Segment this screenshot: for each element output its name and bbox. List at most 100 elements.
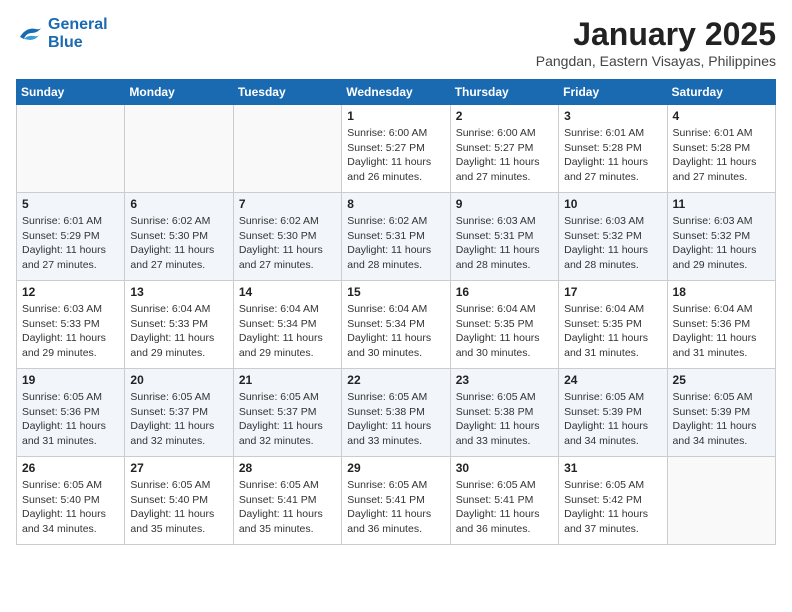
calendar-cell: 15 Sunrise: 6:04 AM Sunset: 5:34 PM Dayli… (342, 281, 450, 369)
calendar-cell: 20 Sunrise: 6:05 AM Sunset: 5:37 PM Dayli… (125, 369, 233, 457)
day-info: Sunrise: 6:04 AM Sunset: 5:34 PM Dayligh… (239, 302, 336, 361)
day-number: 20 (130, 373, 227, 387)
calendar-cell (667, 457, 775, 545)
day-number: 16 (456, 285, 553, 299)
day-info: Sunrise: 6:01 AM Sunset: 5:29 PM Dayligh… (22, 214, 119, 273)
calendar-cell: 18Sunrise: 6:04 AM Sunset: 5:36 PM Dayli… (667, 281, 775, 369)
week-row-3: 12 Sunrise: 6:03 AM Sunset: 5:33 PM Dayli… (17, 281, 776, 369)
day-number: 9 (456, 197, 553, 211)
calendar-cell: 4 Sunrise: 6:01 AM Sunset: 5:28 PM Daylig… (667, 105, 775, 193)
day-info: Sunrise: 6:05 AM Sunset: 5:40 PM Dayligh… (22, 478, 119, 537)
day-info: Sunrise: 6:04 AM Sunset: 5:35 PM Dayligh… (456, 302, 553, 361)
calendar-cell: 23 Sunrise: 6:05 AM Sunset: 5:38 PM Dayli… (450, 369, 558, 457)
calendar-cell: 9Sunrise: 6:03 AM Sunset: 5:31 PM Daylig… (450, 193, 558, 281)
calendar-cell: 30 Sunrise: 6:05 AM Sunset: 5:41 PM Dayli… (450, 457, 558, 545)
day-info: Sunrise: 6:05 AM Sunset: 5:37 PM Dayligh… (239, 390, 336, 449)
day-number: 13 (130, 285, 227, 299)
day-number: 3 (564, 109, 661, 123)
weekday-header-sunday: Sunday (17, 80, 125, 105)
calendar-cell: 8Sunrise: 6:02 AM Sunset: 5:31 PM Daylig… (342, 193, 450, 281)
weekday-header-tuesday: Tuesday (233, 80, 341, 105)
weekday-header-thursday: Thursday (450, 80, 558, 105)
day-info: Sunrise: 6:01 AM Sunset: 5:28 PM Dayligh… (673, 126, 770, 185)
calendar-cell: 5 Sunrise: 6:01 AM Sunset: 5:29 PM Daylig… (17, 193, 125, 281)
day-info: Sunrise: 6:04 AM Sunset: 5:34 PM Dayligh… (347, 302, 444, 361)
day-number: 17 (564, 285, 661, 299)
day-number: 8 (347, 197, 444, 211)
day-number: 30 (456, 461, 553, 475)
calendar-cell (125, 105, 233, 193)
day-number: 21 (239, 373, 336, 387)
calendar-title: January 2025 (536, 16, 776, 53)
logo-bird-icon (16, 23, 44, 45)
day-info: Sunrise: 6:05 AM Sunset: 5:40 PM Dayligh… (130, 478, 227, 537)
day-number: 5 (22, 197, 119, 211)
weekday-header-wednesday: Wednesday (342, 80, 450, 105)
calendar-cell: 12 Sunrise: 6:03 AM Sunset: 5:33 PM Dayli… (17, 281, 125, 369)
day-info: Sunrise: 6:03 AM Sunset: 5:32 PM Dayligh… (564, 214, 661, 273)
calendar-cell: 25Sunrise: 6:05 AM Sunset: 5:39 PM Dayli… (667, 369, 775, 457)
week-row-2: 5 Sunrise: 6:01 AM Sunset: 5:29 PM Daylig… (17, 193, 776, 281)
day-number: 1 (347, 109, 444, 123)
day-info: Sunrise: 6:05 AM Sunset: 5:37 PM Dayligh… (130, 390, 227, 449)
day-info: Sunrise: 6:02 AM Sunset: 5:30 PM Dayligh… (130, 214, 227, 273)
calendar-cell: 1 Sunrise: 6:00 AM Sunset: 5:27 PM Daylig… (342, 105, 450, 193)
day-number: 6 (130, 197, 227, 211)
week-row-4: 19 Sunrise: 6:05 AM Sunset: 5:36 PM Dayli… (17, 369, 776, 457)
day-number: 11 (673, 197, 770, 211)
day-info: Sunrise: 6:01 AM Sunset: 5:28 PM Dayligh… (564, 126, 661, 185)
calendar-cell: 24 Sunrise: 6:05 AM Sunset: 5:39 PM Dayli… (559, 369, 667, 457)
day-info: Sunrise: 6:03 AM Sunset: 5:33 PM Dayligh… (22, 302, 119, 361)
day-number: 15 (347, 285, 444, 299)
day-info: Sunrise: 6:05 AM Sunset: 5:41 PM Dayligh… (239, 478, 336, 537)
day-number: 31 (564, 461, 661, 475)
weekday-header-row: SundayMondayTuesdayWednesdayThursdayFrid… (17, 80, 776, 105)
day-info: Sunrise: 6:05 AM Sunset: 5:38 PM Dayligh… (347, 390, 444, 449)
day-info: Sunrise: 6:02 AM Sunset: 5:30 PM Dayligh… (239, 214, 336, 273)
day-info: Sunrise: 6:05 AM Sunset: 5:36 PM Dayligh… (22, 390, 119, 449)
calendar-cell: 7Sunrise: 6:02 AM Sunset: 5:30 PM Daylig… (233, 193, 341, 281)
calendar-cell: 11 Sunrise: 6:03 AM Sunset: 5:32 PM Dayli… (667, 193, 775, 281)
calendar-cell: 14 Sunrise: 6:04 AM Sunset: 5:34 PM Dayli… (233, 281, 341, 369)
calendar-cell: 29Sunrise: 6:05 AM Sunset: 5:41 PM Dayli… (342, 457, 450, 545)
day-info: Sunrise: 6:00 AM Sunset: 5:27 PM Dayligh… (347, 126, 444, 185)
calendar-cell: 16 Sunrise: 6:04 AM Sunset: 5:35 PM Dayli… (450, 281, 558, 369)
calendar-cell: 28 Sunrise: 6:05 AM Sunset: 5:41 PM Dayli… (233, 457, 341, 545)
day-info: Sunrise: 6:00 AM Sunset: 5:27 PM Dayligh… (456, 126, 553, 185)
calendar-cell: 13Sunrise: 6:04 AM Sunset: 5:33 PM Dayli… (125, 281, 233, 369)
day-number: 12 (22, 285, 119, 299)
day-info: Sunrise: 6:05 AM Sunset: 5:41 PM Dayligh… (347, 478, 444, 537)
day-number: 4 (673, 109, 770, 123)
calendar-cell: 2 Sunrise: 6:00 AM Sunset: 5:27 PM Daylig… (450, 105, 558, 193)
day-info: Sunrise: 6:03 AM Sunset: 5:32 PM Dayligh… (673, 214, 770, 273)
weekday-header-friday: Friday (559, 80, 667, 105)
calendar-cell (233, 105, 341, 193)
calendar-cell (17, 105, 125, 193)
calendar-cell: 22 Sunrise: 6:05 AM Sunset: 5:38 PM Dayli… (342, 369, 450, 457)
day-number: 25 (673, 373, 770, 387)
day-number: 24 (564, 373, 661, 387)
day-number: 19 (22, 373, 119, 387)
day-number: 26 (22, 461, 119, 475)
week-row-1: 1 Sunrise: 6:00 AM Sunset: 5:27 PM Daylig… (17, 105, 776, 193)
day-info: Sunrise: 6:05 AM Sunset: 5:39 PM Dayligh… (564, 390, 661, 449)
day-number: 28 (239, 461, 336, 475)
calendar-cell: 31Sunrise: 6:05 AM Sunset: 5:42 PM Dayli… (559, 457, 667, 545)
weekday-header-saturday: Saturday (667, 80, 775, 105)
day-info: Sunrise: 6:04 AM Sunset: 5:35 PM Dayligh… (564, 302, 661, 361)
weekday-header-monday: Monday (125, 80, 233, 105)
calendar-cell: 27Sunrise: 6:05 AM Sunset: 5:40 PM Dayli… (125, 457, 233, 545)
calendar-table: SundayMondayTuesdayWednesdayThursdayFrid… (16, 79, 776, 545)
calendar-cell: 19 Sunrise: 6:05 AM Sunset: 5:36 PM Dayli… (17, 369, 125, 457)
calendar-subtitle: Pangdan, Eastern Visayas, Philippines (536, 53, 776, 69)
calendar-cell: 21 Sunrise: 6:05 AM Sunset: 5:37 PM Dayli… (233, 369, 341, 457)
day-number: 22 (347, 373, 444, 387)
day-info: Sunrise: 6:05 AM Sunset: 5:38 PM Dayligh… (456, 390, 553, 449)
day-number: 2 (456, 109, 553, 123)
day-info: Sunrise: 6:05 AM Sunset: 5:41 PM Dayligh… (456, 478, 553, 537)
day-number: 10 (564, 197, 661, 211)
calendar-cell: 10 Sunrise: 6:03 AM Sunset: 5:32 PM Dayli… (559, 193, 667, 281)
calendar-cell: 17 Sunrise: 6:04 AM Sunset: 5:35 PM Dayli… (559, 281, 667, 369)
day-number: 14 (239, 285, 336, 299)
day-number: 23 (456, 373, 553, 387)
